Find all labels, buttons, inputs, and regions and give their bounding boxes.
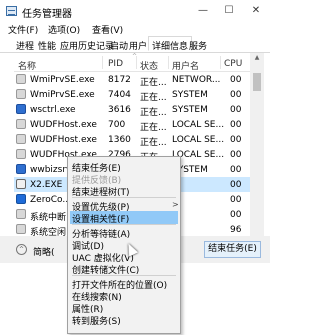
process-icon <box>16 209 26 219</box>
cell-cpu: 00 <box>230 210 242 220</box>
cell-name: WUDFHost.exe <box>30 120 97 130</box>
cell-user: SYSTEM <box>172 90 208 100</box>
menu-separator <box>72 197 176 198</box>
collapse-icon[interactable]: ^ <box>16 244 27 255</box>
column-status[interactable]: 状态 <box>140 59 158 72</box>
cell-name: wsctrl.exe <box>30 105 76 115</box>
context-menu-item[interactable]: 设置相关性(F) <box>70 211 178 225</box>
table-row[interactable]: WmiPrvSE.exe 7404 正在... SYSTEM 00 <box>14 87 250 103</box>
tab-app-history[interactable]: 应用历史记录 <box>60 39 114 52</box>
cell-name: X2.EXE <box>30 180 63 190</box>
scroll-thumb[interactable] <box>253 73 261 91</box>
process-icon <box>16 194 26 204</box>
column-pid[interactable]: PID <box>108 59 123 69</box>
cell-cpu: 96 <box>230 225 242 235</box>
cell-user: NETWOR... <box>172 75 221 85</box>
process-icon <box>16 104 26 114</box>
tab-details[interactable]: 详细信息 <box>148 36 193 52</box>
tab-performance[interactable]: 性能 <box>38 39 56 52</box>
table-row[interactable]: WUDFHost.exe 1360 正在... LOCAL SE... 00 <box>14 132 250 148</box>
vertical-scrollbar[interactable]: ▲ <box>250 53 264 248</box>
title-bar[interactable]: 任务管理器 — ☐ ✕ <box>0 0 270 22</box>
cell-pid: 3616 <box>108 105 131 115</box>
task-manager-window: 任务管理器 — ☐ ✕ 文件(F) 选项(O) 查看(V) 进程 性能 应用历史… <box>0 0 270 335</box>
brief-details-link[interactable]: 简略( <box>33 245 55 258</box>
close-button[interactable]: ✕ <box>243 0 269 22</box>
tab-bar: 进程 性能 应用历史记录 启动 用户 详细信息 服务 <box>0 36 270 53</box>
cell-cpu: 00 <box>230 75 242 85</box>
cell-cpu: 00 <box>230 195 242 205</box>
cell-name: ZeroCo... <box>30 195 71 205</box>
cell-user: LOCAL SE... <box>172 120 225 130</box>
process-icon <box>16 134 26 144</box>
column-cpu[interactable]: CPU <box>224 59 242 69</box>
process-icon <box>16 164 26 174</box>
cell-cpu: 00 <box>230 150 242 160</box>
cell-pid: 7404 <box>108 90 131 100</box>
submenu-arrow-icon: > <box>172 200 179 209</box>
task-manager-icon <box>6 6 17 16</box>
table-row[interactable]: wsctrl.exe 3616 正在... SYSTEM 00 <box>14 102 250 118</box>
tab-startup[interactable]: 启动 <box>110 39 128 52</box>
table-header: 名称 PID ^ 状态 用户名 CPU <box>14 53 250 72</box>
cell-user: SYSTEM <box>172 105 208 115</box>
menu-item-label: 转到服务(S) <box>72 317 121 327</box>
menu-bar: 文件(F) 选项(O) 查看(V) <box>0 22 270 36</box>
tab-services[interactable]: 服务 <box>189 39 207 52</box>
context-menu-item[interactable]: 结束进程树(T) <box>70 184 178 198</box>
cell-pid: 8172 <box>108 75 131 85</box>
process-icon <box>16 179 26 189</box>
process-icon <box>16 74 26 84</box>
tab-users[interactable]: 用户 <box>129 39 147 52</box>
maximize-button[interactable]: ☐ <box>216 0 242 22</box>
cell-cpu: 00 <box>230 90 242 100</box>
tab-processes[interactable]: 进程 <box>16 39 34 52</box>
end-task-button[interactable]: 结束任务(E) <box>204 241 261 258</box>
menu-options[interactable]: 选项(O) <box>48 23 80 36</box>
process-icon <box>16 119 26 129</box>
menu-separator <box>72 275 176 276</box>
table-row[interactable]: WmiPrvSE.exe 8172 正在... NETWOR... 00 <box>14 72 250 88</box>
cell-name: WUDFHost.exe <box>30 135 97 145</box>
process-icon <box>16 224 26 234</box>
cell-cpu: 00 <box>230 165 242 175</box>
cell-name: WmiPrvSE.exe <box>30 90 95 100</box>
process-icon <box>16 149 26 159</box>
context-menu-item[interactable]: 创建转储文件(C) <box>70 262 178 276</box>
window-title: 任务管理器 <box>22 9 72 20</box>
cell-user: LOCAL SE... <box>172 135 225 145</box>
context-menu-item[interactable]: 转到服务(S) <box>70 313 178 327</box>
column-name[interactable]: 名称 <box>18 59 36 72</box>
process-icon <box>16 89 26 99</box>
menu-file[interactable]: 文件(F) <box>8 23 38 36</box>
cell-cpu: 00 <box>230 120 242 130</box>
cell-cpu: 00 <box>230 180 242 190</box>
cell-cpu: 00 <box>230 135 242 145</box>
cell-cpu: 00 <box>230 105 242 115</box>
cell-pid: 1360 <box>108 135 131 145</box>
menu-view[interactable]: 查看(V) <box>92 23 123 36</box>
cell-name: WmiPrvSE.exe <box>30 75 95 85</box>
menu-separator <box>72 224 176 225</box>
cell-pid: 700 <box>108 120 126 130</box>
minimize-button[interactable]: — <box>190 0 216 22</box>
column-username[interactable]: 用户名 <box>172 59 199 72</box>
table-row[interactable]: WUDFHost.exe 700 正在... LOCAL SE... 00 <box>14 117 250 133</box>
scroll-up-icon[interactable]: ▲ <box>250 53 264 63</box>
